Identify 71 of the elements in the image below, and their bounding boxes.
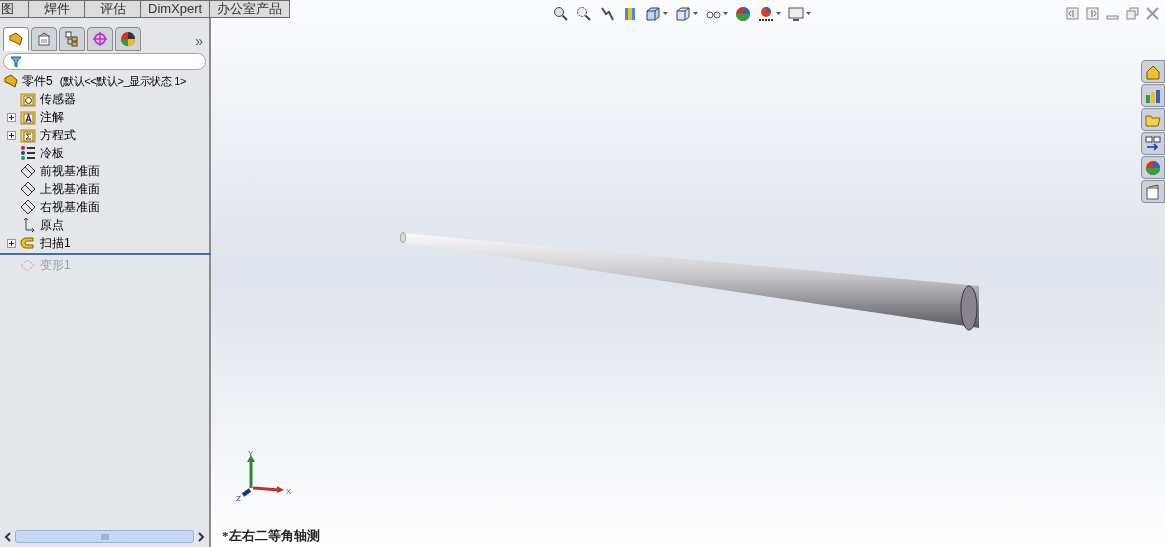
layout-icon[interactable] xyxy=(1145,135,1161,152)
view-orientation-icon[interactable] xyxy=(645,6,661,22)
sweep-feature-icon xyxy=(20,235,36,251)
panel-tab[interactable] xyxy=(3,27,29,51)
plane-icon xyxy=(20,163,36,179)
appearance-icon[interactable] xyxy=(735,6,751,22)
caret-icon[interactable] xyxy=(723,12,728,16)
plane-icon xyxy=(20,199,36,215)
caret-icon[interactable] xyxy=(776,12,781,16)
tree-item[interactable]: 冷板 xyxy=(40,144,64,162)
tree-item[interactable]: 右视基准面 xyxy=(40,198,100,216)
config-tab-icon xyxy=(64,31,80,47)
home-icon[interactable] xyxy=(1145,63,1161,80)
part-name[interactable]: 零件5 xyxy=(22,72,53,90)
equation-folder-icon xyxy=(20,127,36,143)
dimxpert-tab-icon xyxy=(92,31,108,47)
configuration-name: (默认<<默认>_显示状态 1> xyxy=(59,73,186,89)
view-orientation-name: *左右二等角轴测 xyxy=(222,526,320,545)
annotation-folder-icon xyxy=(20,109,36,125)
deform-feature-icon xyxy=(20,257,36,273)
caret-icon[interactable] xyxy=(693,12,698,16)
property-tab-icon xyxy=(36,31,52,47)
command-tab[interactable]: 图 xyxy=(0,0,29,18)
x-axis-arrow xyxy=(252,486,284,493)
tree-item[interactable]: 扫描1 xyxy=(40,234,71,252)
filter-icon xyxy=(10,55,22,68)
z-axis-label: Z xyxy=(236,494,241,502)
feature-tree-tab-icon xyxy=(8,31,24,47)
sensor-folder-icon xyxy=(20,91,36,107)
display-style-icon[interactable] xyxy=(675,6,691,22)
plane-icon xyxy=(20,181,36,197)
zoom-area-icon[interactable] xyxy=(576,6,592,22)
panel-tab[interactable] xyxy=(59,27,85,51)
command-tab[interactable]: 评估 xyxy=(84,0,141,18)
color-ball-icon[interactable] xyxy=(1145,159,1161,176)
more-tabs-button[interactable]: » xyxy=(195,31,203,51)
filter-field[interactable] xyxy=(3,53,206,70)
y-axis-arrow xyxy=(247,455,255,488)
tree-item[interactable]: 原点 xyxy=(40,216,64,234)
close-icon[interactable] xyxy=(1146,7,1159,20)
tree-item[interactable]: 上视基准面 xyxy=(40,180,100,198)
tree-item[interactable]: 传感器 xyxy=(40,90,76,108)
caret-icon[interactable] xyxy=(663,12,668,16)
view-settings-icon[interactable] xyxy=(788,6,804,22)
y-axis-label: Y xyxy=(248,450,254,458)
tile-left-icon[interactable] xyxy=(1066,7,1079,20)
expand-icon[interactable] xyxy=(7,112,16,122)
zoom-to-fit-icon[interactable] xyxy=(553,6,569,22)
tree-item[interactable]: 前视基准面 xyxy=(40,162,100,180)
scroll-left-icon[interactable] xyxy=(2,529,14,544)
chart-icon[interactable] xyxy=(1145,87,1161,104)
command-tab[interactable]: DimXpert xyxy=(140,0,211,18)
panel-tab[interactable] xyxy=(31,27,57,51)
horizontal-scrollbar-thumb[interactable] xyxy=(15,530,194,543)
tree-item[interactable]: 注解 xyxy=(40,108,64,126)
expand-icon[interactable] xyxy=(7,238,16,248)
caret-icon[interactable] xyxy=(806,12,811,16)
tile-right-icon[interactable] xyxy=(1086,7,1099,20)
scroll-right-icon[interactable] xyxy=(195,529,207,544)
expand-icon[interactable] xyxy=(7,130,16,140)
display-tab-icon xyxy=(120,31,136,47)
tree-item[interactable]: 方程式 xyxy=(40,126,76,144)
part-icon xyxy=(3,73,19,89)
material-icon xyxy=(20,145,36,161)
command-tab[interactable]: 焊件 xyxy=(28,0,85,18)
grip-icon xyxy=(100,533,109,540)
panel-tab[interactable] xyxy=(115,27,141,51)
scene-icon[interactable] xyxy=(758,6,774,22)
command-tab[interactable]: 办公室产品 xyxy=(209,0,291,18)
clipboard-icon[interactable] xyxy=(1145,183,1161,200)
x-axis-label: X xyxy=(286,487,292,496)
